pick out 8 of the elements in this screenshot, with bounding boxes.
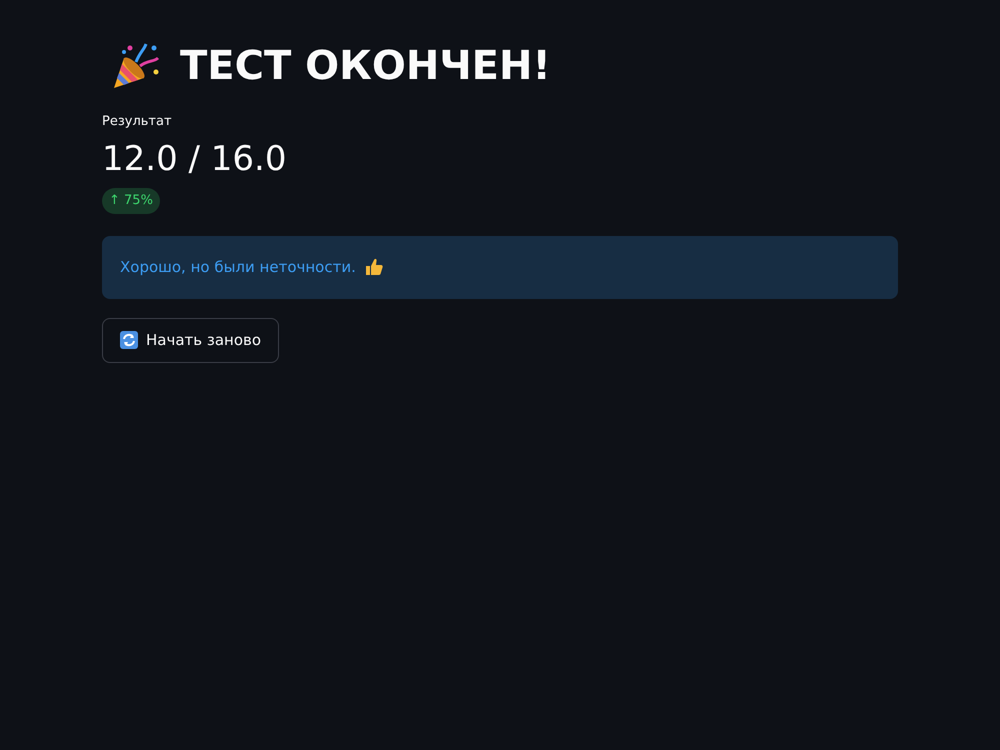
restart-button[interactable]: Начать заново bbox=[102, 318, 280, 362]
metric-label: Результат bbox=[102, 113, 173, 131]
refresh-icon bbox=[120, 331, 138, 349]
thumbs-up-icon bbox=[364, 257, 384, 277]
metric-value: 12.0 / 16.0 bbox=[102, 138, 288, 180]
delta-badge: ↑ 75% bbox=[102, 188, 160, 214]
alert-text: Хорошо, но были неточности. bbox=[120, 256, 356, 278]
page-title: ТЕСТ ОКОНЧЕН! bbox=[180, 42, 551, 91]
